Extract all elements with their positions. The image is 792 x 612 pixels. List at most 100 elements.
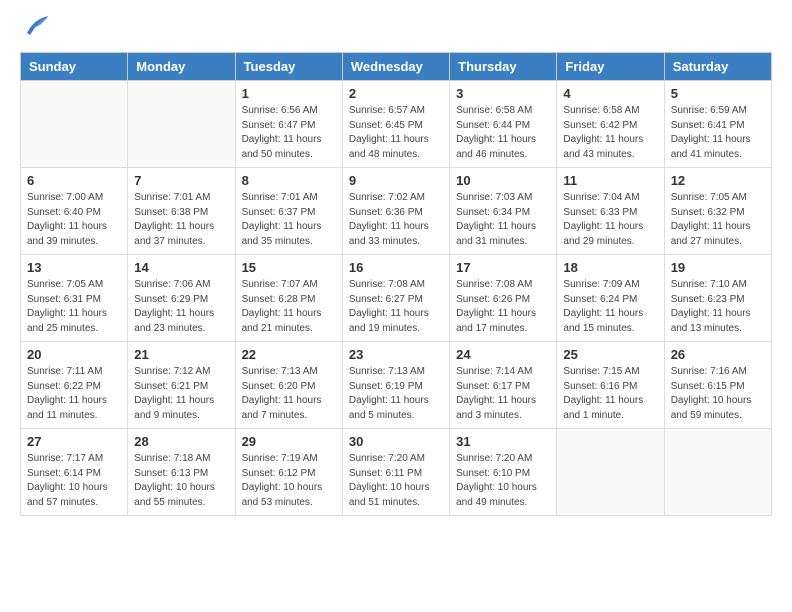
day-number: 18: [563, 260, 657, 275]
day-number: 12: [671, 173, 765, 188]
calendar-cell: 6 Sunrise: 7:00 AM Sunset: 6:40 PM Daylig…: [21, 168, 128, 255]
day-number: 26: [671, 347, 765, 362]
day-number: 22: [242, 347, 336, 362]
calendar-cell: 13 Sunrise: 7:05 AM Sunset: 6:31 PM Dayli…: [21, 255, 128, 342]
day-number: 7: [134, 173, 228, 188]
day-number: 13: [27, 260, 121, 275]
calendar-cell: 10 Sunrise: 7:03 AM Sunset: 6:34 PM Dayli…: [450, 168, 557, 255]
day-content: Sunrise: 7:12 AM Sunset: 6:21 PM Dayligh…: [134, 365, 228, 423]
day-number: 4: [563, 86, 657, 101]
day-number: 23: [349, 347, 443, 362]
calendar-cell: 16 Sunrise: 7:08 AM Sunset: 6:27 PM Dayli…: [342, 255, 449, 342]
weekday-header-cell: Sunday: [21, 53, 128, 81]
day-content: Sunrise: 7:07 AM Sunset: 6:28 PM Dayligh…: [242, 278, 336, 336]
weekday-header-cell: Friday: [557, 53, 664, 81]
day-number: 28: [134, 434, 228, 449]
calendar-cell: 3 Sunrise: 6:58 AM Sunset: 6:44 PM Daylig…: [450, 81, 557, 168]
calendar-cell: 7 Sunrise: 7:01 AM Sunset: 6:38 PM Daylig…: [128, 168, 235, 255]
calendar-cell: 17Sunrise: 7:08 AM Sunset: 6:26 PM Dayli…: [450, 255, 557, 342]
calendar-cell: 14 Sunrise: 7:06 AM Sunset: 6:29 PM Dayli…: [128, 255, 235, 342]
calendar-cell: 31 Sunrise: 7:20 AM Sunset: 6:10 PM Dayli…: [450, 429, 557, 516]
day-content: Sunrise: 7:08 AM Sunset: 6:26 PM Dayligh…: [456, 278, 550, 336]
calendar-cell: 21 Sunrise: 7:12 AM Sunset: 6:21 PM Dayli…: [128, 342, 235, 429]
weekday-header-cell: Wednesday: [342, 53, 449, 81]
day-number: 1: [242, 86, 336, 101]
calendar-cell: 19 Sunrise: 7:10 AM Sunset: 6:23 PM Dayli…: [664, 255, 771, 342]
calendar-cell: [21, 81, 128, 168]
weekday-header-cell: Monday: [128, 53, 235, 81]
calendar-cell: 4 Sunrise: 6:58 AM Sunset: 6:42 PM Daylig…: [557, 81, 664, 168]
day-content: Sunrise: 6:56 AM Sunset: 6:47 PM Dayligh…: [242, 104, 336, 162]
weekday-header-cell: Thursday: [450, 53, 557, 81]
day-content: Sunrise: 7:09 AM Sunset: 6:24 PM Dayligh…: [563, 278, 657, 336]
day-content: Sunrise: 7:06 AM Sunset: 6:29 PM Dayligh…: [134, 278, 228, 336]
calendar-week-row: 1 Sunrise: 6:56 AM Sunset: 6:47 PM Daylig…: [21, 81, 772, 168]
page-header: [20, 20, 772, 42]
day-content: Sunrise: 7:13 AM Sunset: 6:19 PM Dayligh…: [349, 365, 443, 423]
calendar-cell: 30Sunrise: 7:20 AM Sunset: 6:11 PM Dayli…: [342, 429, 449, 516]
day-content: Sunrise: 7:01 AM Sunset: 6:38 PM Dayligh…: [134, 191, 228, 249]
weekday-header-cell: Saturday: [664, 53, 771, 81]
calendar-cell: 28 Sunrise: 7:18 AM Sunset: 6:13 PM Dayli…: [128, 429, 235, 516]
day-number: 20: [27, 347, 121, 362]
day-number: 10: [456, 173, 550, 188]
day-content: Sunrise: 7:03 AM Sunset: 6:34 PM Dayligh…: [456, 191, 550, 249]
day-content: Sunrise: 7:13 AM Sunset: 6:20 PM Dayligh…: [242, 365, 336, 423]
calendar-cell: 1 Sunrise: 6:56 AM Sunset: 6:47 PM Daylig…: [235, 81, 342, 168]
day-content: Sunrise: 7:01 AM Sunset: 6:37 PM Dayligh…: [242, 191, 336, 249]
logo: [20, 20, 50, 42]
day-content: Sunrise: 7:20 AM Sunset: 6:10 PM Dayligh…: [456, 452, 550, 510]
calendar-table: SundayMondayTuesdayWednesdayThursdayFrid…: [20, 52, 772, 516]
calendar-cell: [664, 429, 771, 516]
logo-bird-icon: [22, 15, 50, 37]
calendar-cell: [128, 81, 235, 168]
day-number: 11: [563, 173, 657, 188]
day-number: 2: [349, 86, 443, 101]
day-content: Sunrise: 7:10 AM Sunset: 6:23 PM Dayligh…: [671, 278, 765, 336]
day-content: Sunrise: 7:08 AM Sunset: 6:27 PM Dayligh…: [349, 278, 443, 336]
calendar-week-row: 20Sunrise: 7:11 AM Sunset: 6:22 PM Dayli…: [21, 342, 772, 429]
calendar-cell: 27Sunrise: 7:17 AM Sunset: 6:14 PM Dayli…: [21, 429, 128, 516]
day-number: 29: [242, 434, 336, 449]
day-content: Sunrise: 7:16 AM Sunset: 6:15 PM Dayligh…: [671, 365, 765, 423]
day-content: Sunrise: 7:19 AM Sunset: 6:12 PM Dayligh…: [242, 452, 336, 510]
calendar-cell: 25Sunrise: 7:15 AM Sunset: 6:16 PM Dayli…: [557, 342, 664, 429]
day-content: Sunrise: 6:58 AM Sunset: 6:44 PM Dayligh…: [456, 104, 550, 162]
calendar-week-row: 6 Sunrise: 7:00 AM Sunset: 6:40 PM Daylig…: [21, 168, 772, 255]
day-content: Sunrise: 7:20 AM Sunset: 6:11 PM Dayligh…: [349, 452, 443, 510]
day-number: 19: [671, 260, 765, 275]
day-content: Sunrise: 7:18 AM Sunset: 6:13 PM Dayligh…: [134, 452, 228, 510]
calendar-cell: 18 Sunrise: 7:09 AM Sunset: 6:24 PM Dayli…: [557, 255, 664, 342]
day-content: Sunrise: 7:02 AM Sunset: 6:36 PM Dayligh…: [349, 191, 443, 249]
day-content: Sunrise: 6:57 AM Sunset: 6:45 PM Dayligh…: [349, 104, 443, 162]
day-content: Sunrise: 6:58 AM Sunset: 6:42 PM Dayligh…: [563, 104, 657, 162]
day-content: Sunrise: 6:59 AM Sunset: 6:41 PM Dayligh…: [671, 104, 765, 162]
day-content: Sunrise: 7:14 AM Sunset: 6:17 PM Dayligh…: [456, 365, 550, 423]
day-number: 27: [27, 434, 121, 449]
day-number: 21: [134, 347, 228, 362]
calendar-cell: 15Sunrise: 7:07 AM Sunset: 6:28 PM Dayli…: [235, 255, 342, 342]
calendar-cell: 22 Sunrise: 7:13 AM Sunset: 6:20 PM Dayli…: [235, 342, 342, 429]
day-number: 3: [456, 86, 550, 101]
day-number: 16: [349, 260, 443, 275]
calendar-cell: 29 Sunrise: 7:19 AM Sunset: 6:12 PM Dayli…: [235, 429, 342, 516]
calendar-cell: 2 Sunrise: 6:57 AM Sunset: 6:45 PM Daylig…: [342, 81, 449, 168]
calendar-cell: 9 Sunrise: 7:02 AM Sunset: 6:36 PM Daylig…: [342, 168, 449, 255]
day-number: 31: [456, 434, 550, 449]
day-content: Sunrise: 7:15 AM Sunset: 6:16 PM Dayligh…: [563, 365, 657, 423]
calendar-cell: 24 Sunrise: 7:14 AM Sunset: 6:17 PM Dayli…: [450, 342, 557, 429]
calendar-week-row: 27Sunrise: 7:17 AM Sunset: 6:14 PM Dayli…: [21, 429, 772, 516]
calendar-cell: [557, 429, 664, 516]
day-content: Sunrise: 7:00 AM Sunset: 6:40 PM Dayligh…: [27, 191, 121, 249]
calendar-cell: 8Sunrise: 7:01 AM Sunset: 6:37 PM Daylig…: [235, 168, 342, 255]
weekday-header-row: SundayMondayTuesdayWednesdayThursdayFrid…: [21, 53, 772, 81]
day-content: Sunrise: 7:05 AM Sunset: 6:31 PM Dayligh…: [27, 278, 121, 336]
day-number: 24: [456, 347, 550, 362]
day-number: 9: [349, 173, 443, 188]
calendar-cell: 12Sunrise: 7:05 AM Sunset: 6:32 PM Dayli…: [664, 168, 771, 255]
calendar-body: 1 Sunrise: 6:56 AM Sunset: 6:47 PM Daylig…: [21, 81, 772, 516]
calendar-week-row: 13 Sunrise: 7:05 AM Sunset: 6:31 PM Dayli…: [21, 255, 772, 342]
calendar-cell: 26 Sunrise: 7:16 AM Sunset: 6:15 PM Dayli…: [664, 342, 771, 429]
day-number: 6: [27, 173, 121, 188]
day-number: 14: [134, 260, 228, 275]
